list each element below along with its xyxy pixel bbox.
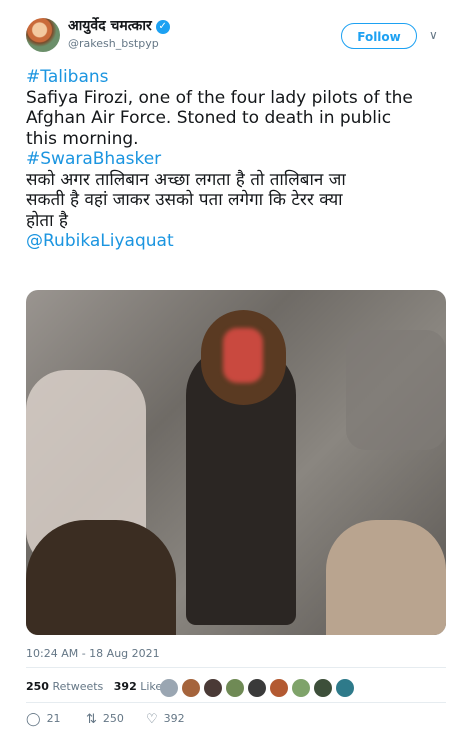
chevron-down-icon[interactable]: ∨	[429, 28, 438, 42]
user-avatar[interactable]	[26, 18, 60, 52]
tweet-line: होता है	[26, 210, 68, 231]
retweets-label[interactable]: Retweets	[52, 680, 103, 693]
like-count: 392	[163, 712, 185, 725]
mention-rubikaliyaquat[interactable]: @RubikaLiyaquat	[26, 231, 456, 252]
photo-crowd-bottom-left	[26, 520, 176, 635]
tweet-line: सको अगर तालिबान अच्छा लगता है तो तालिबान…	[26, 169, 346, 190]
verified-badge-icon: ✓	[155, 20, 170, 34]
user-handle[interactable]: @rakesh_bstpyp	[68, 37, 159, 50]
divider	[26, 702, 446, 703]
photo-blurred-face	[223, 328, 263, 383]
tweet-line: सकती है वहां जाकर उसको पता लगेगा कि टेरर…	[26, 190, 343, 210]
user-name-row[interactable]: आयुर्वेद चमत्कार ✓	[68, 16, 170, 35]
liker-avatars	[160, 677, 358, 697]
like-action[interactable]: ♡ 392	[146, 712, 185, 727]
liker-avatar[interactable]	[336, 678, 354, 697]
divider	[26, 667, 446, 668]
user-name[interactable]: आयुर्वेद चमत्कार	[68, 18, 152, 34]
photo-crowd-right	[326, 520, 446, 635]
tweet-line: this morning.	[26, 128, 139, 149]
retweet-action[interactable]: ⇅ 250	[86, 712, 124, 727]
tweet-line: Afghan Air Force. Stoned to death in pub…	[26, 108, 392, 128]
liker-avatar[interactable]	[270, 678, 288, 697]
tweet-text: #Talibans Safiya Firozi, one of the four…	[26, 67, 456, 252]
retweet-icon: ⇅	[86, 712, 97, 727]
reply-action[interactable]: ◯ 21	[26, 712, 61, 727]
likes-count[interactable]: 392	[114, 680, 137, 693]
tweet-photo[interactable]	[26, 290, 446, 635]
heart-icon: ♡	[146, 712, 158, 727]
liker-avatar[interactable]	[314, 678, 332, 697]
follow-button[interactable]: Follow	[341, 23, 417, 49]
tweet-stats: 250 Retweets 392 Likes	[26, 680, 168, 693]
hashtag-talibans[interactable]: #Talibans	[26, 67, 456, 88]
liker-avatar[interactable]	[204, 678, 222, 697]
tweet-line: Safiya Firozi, one of the four lady pilo…	[26, 87, 413, 108]
hashtag-swarabhasker[interactable]: #SwaraBhasker	[26, 149, 456, 170]
liker-avatar[interactable]	[182, 678, 200, 697]
liker-avatar[interactable]	[248, 678, 266, 697]
retweets-count[interactable]: 250	[26, 680, 49, 693]
retweet-count: 250	[102, 712, 124, 725]
photo-debris-right	[346, 330, 446, 450]
reply-count: 21	[46, 712, 61, 725]
tweet-timestamp[interactable]: 10:24 AM - 18 Aug 2021	[26, 647, 160, 660]
reply-icon: ◯	[26, 712, 41, 727]
liker-avatar[interactable]	[226, 678, 244, 697]
liker-avatar[interactable]	[160, 678, 178, 697]
liker-avatar[interactable]	[292, 678, 310, 697]
